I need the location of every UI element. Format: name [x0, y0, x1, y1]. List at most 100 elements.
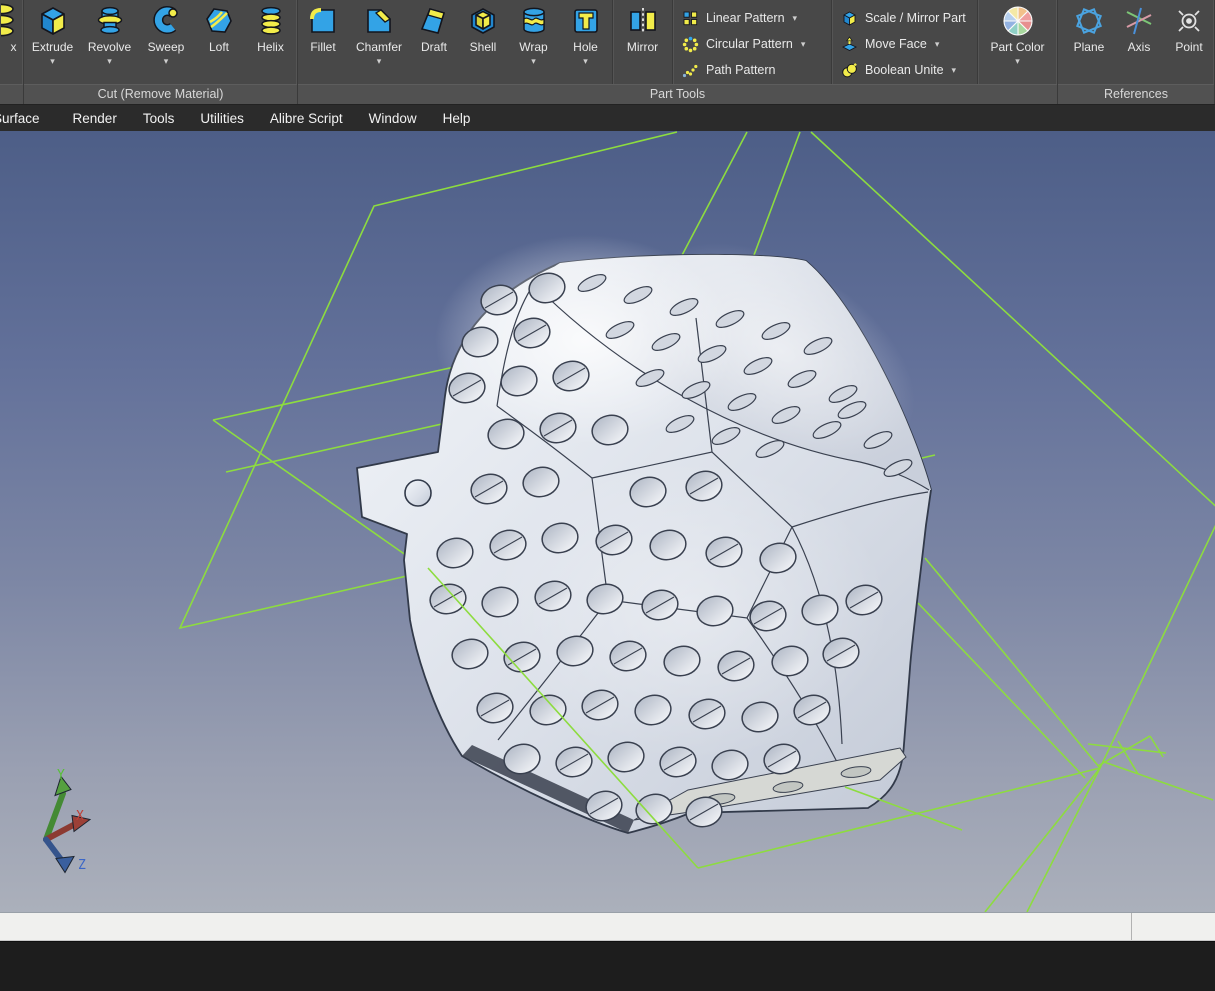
plane-button[interactable]: Plane [1064, 0, 1114, 84]
scale-mirror-part-icon [840, 9, 858, 27]
group-label-cut: Cut (Remove Material) [24, 84, 297, 104]
wrap-button[interactable]: Wrap ▾ [508, 0, 559, 84]
move-face-icon [840, 35, 858, 53]
edit-stack: Scale / Mirror Part Move Face ▾ [832, 0, 977, 83]
path-pattern-icon [681, 61, 699, 79]
chevron-down-icon[interactable]: ▾ [50, 57, 55, 66]
chevron-down-icon[interactable]: ▾ [793, 13, 798, 24]
shell-label: Shell [470, 40, 497, 54]
move-face-label: Move Face [865, 37, 927, 51]
menu-alibre-script[interactable]: Alibre Script [270, 111, 343, 126]
truncated-coil-icon [0, 3, 24, 39]
boolean-unite-label: Boolean Unite [865, 63, 944, 77]
menu-render[interactable]: Render [73, 111, 117, 126]
circular-pattern-label: Circular Pattern [706, 37, 793, 51]
chevron-down-icon[interactable]: ▾ [935, 39, 940, 50]
axis-label: Axis [1128, 40, 1151, 54]
mirror-label: Mirror [627, 40, 658, 54]
move-face-button[interactable]: Move Face ▾ [832, 31, 977, 57]
extrude-button[interactable]: Extrude ▾ [24, 0, 81, 84]
chamfer-button[interactable]: Chamfer ▾ [348, 0, 410, 84]
fillet-button[interactable]: Fillet [298, 0, 348, 84]
group-label-part-tools: Part Tools [298, 84, 1057, 104]
triad-z-label: Z [78, 858, 86, 873]
fillet-label: Fillet [310, 40, 335, 54]
circular-pattern-icon [681, 35, 699, 53]
wrap-icon [517, 3, 551, 39]
loft-label: Loft [209, 40, 229, 54]
alibre-design-window: x Extrude ▾ [0, 0, 1215, 991]
model-scene [0, 131, 1215, 912]
plane-icon [1072, 3, 1106, 39]
revolve-button[interactable]: Revolve ▾ [81, 0, 138, 84]
chevron-down-icon[interactable]: ▾ [801, 39, 806, 50]
path-pattern-button[interactable]: Path Pattern [673, 57, 831, 83]
chevron-down-icon[interactable]: ▾ [377, 57, 382, 66]
part-color-wheel-icon [1001, 3, 1035, 39]
ribbon: x Extrude ▾ [0, 0, 1215, 104]
menu-surface[interactable]: Surface [0, 111, 40, 126]
chevron-down-icon[interactable]: ▾ [1015, 57, 1020, 66]
part-color-label: Part Color [990, 40, 1044, 54]
draft-label: Draft [421, 40, 447, 54]
group-label-truncated [0, 84, 23, 104]
chevron-down-icon[interactable]: ▾ [952, 65, 957, 76]
viewport-3d[interactable]: Y X Z [0, 131, 1215, 912]
fillet-icon [306, 3, 340, 39]
chevron-down-icon[interactable]: ▾ [531, 57, 536, 66]
boolean-unite-button[interactable]: Boolean Unite ▾ [832, 57, 977, 83]
truncated-button[interactable]: x [0, 0, 24, 84]
ribbon-group-part-tools: Fillet Chamfer ▾ [298, 0, 1058, 104]
shell-icon [466, 3, 500, 39]
chevron-down-icon[interactable]: ▾ [107, 57, 112, 66]
chamfer-label: Chamfer [356, 40, 402, 54]
linear-pattern-label: Linear Pattern [706, 11, 785, 25]
sweep-button[interactable]: Sweep ▾ [138, 0, 194, 84]
pattern-stack: Linear Pattern ▾ Circular Pa [673, 0, 831, 83]
revolve-label: Revolve [88, 40, 131, 54]
menu-window[interactable]: Window [369, 111, 417, 126]
truncated-button-label: x [11, 40, 17, 54]
hole-label: Hole [573, 40, 598, 54]
circular-pattern-button[interactable]: Circular Pattern ▾ [673, 31, 831, 57]
shell-button[interactable]: Shell [458, 0, 508, 84]
plane-label: Plane [1074, 40, 1105, 54]
chevron-down-icon[interactable]: ▾ [583, 57, 588, 66]
hole-button[interactable]: Hole ▾ [559, 0, 612, 84]
menu-utilities[interactable]: Utilities [200, 111, 244, 126]
helix-button[interactable]: Helix [244, 0, 297, 84]
sweep-label: Sweep [148, 40, 185, 54]
group-label-references: References [1058, 84, 1214, 104]
draft-button[interactable]: Draft [410, 0, 458, 84]
helix-icon [254, 3, 288, 39]
sweep-icon [149, 3, 183, 39]
menu-tools[interactable]: Tools [143, 111, 175, 126]
mirror-icon [626, 3, 660, 39]
menu-help[interactable]: Help [443, 111, 471, 126]
ribbon-group-references: Plane Axis [1058, 0, 1215, 104]
scale-mirror-part-label: Scale / Mirror Part [865, 11, 966, 25]
part-color-button[interactable]: Part Color ▾ [978, 0, 1057, 84]
wrap-label: Wrap [519, 40, 547, 54]
path-pattern-label: Path Pattern [706, 63, 776, 77]
axis-button[interactable]: Axis [1114, 0, 1164, 84]
bottom-panel [0, 941, 1215, 991]
ribbon-group-truncated: x [0, 0, 24, 104]
point-button[interactable]: Point [1164, 0, 1214, 84]
point-icon [1172, 3, 1206, 39]
chamfer-icon [362, 3, 396, 39]
scale-mirror-part-button[interactable]: Scale / Mirror Part [832, 5, 977, 31]
linear-pattern-button[interactable]: Linear Pattern ▾ [673, 5, 831, 31]
boolean-unite-icon [840, 61, 858, 79]
revolve-icon [93, 3, 127, 39]
linear-pattern-icon [681, 9, 699, 27]
extrude-icon [36, 3, 70, 39]
extrude-label: Extrude [32, 40, 73, 54]
hole-icon [569, 3, 603, 39]
axis-icon [1122, 3, 1156, 39]
mirror-button[interactable]: Mirror [613, 0, 672, 84]
triad-y-label: Y [57, 768, 65, 783]
ribbon-group-cut: Extrude ▾ Revolve ▾ [24, 0, 298, 104]
loft-button[interactable]: Loft [194, 0, 244, 84]
chevron-down-icon[interactable]: ▾ [164, 57, 169, 66]
